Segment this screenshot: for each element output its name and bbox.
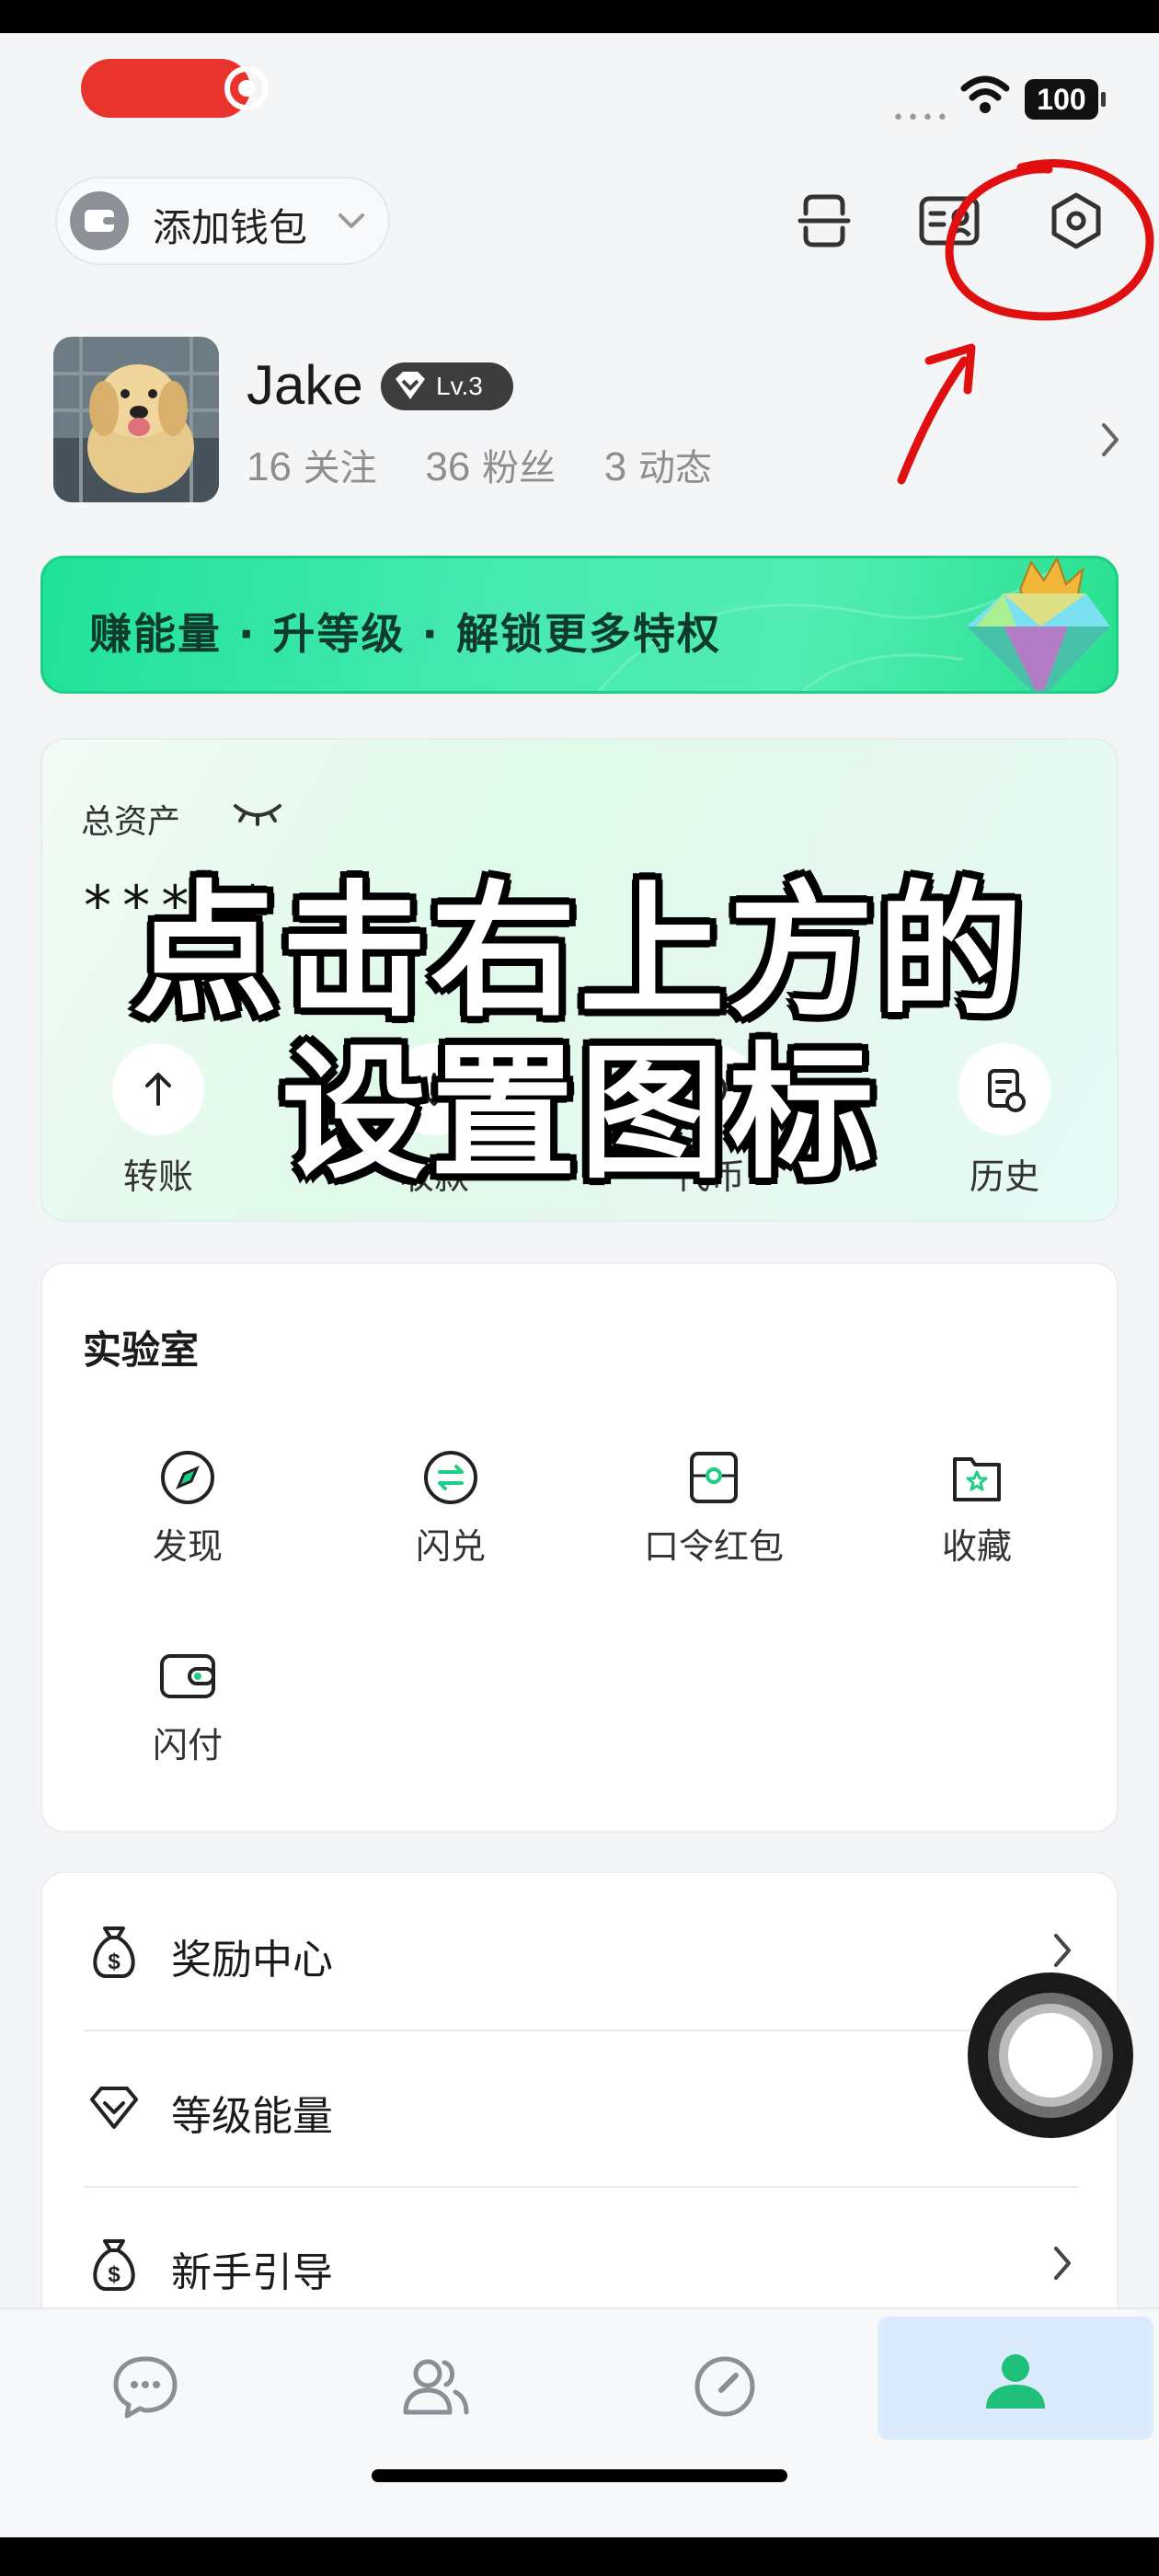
menu-card: $ 奖励中心 等级能量 $ 新手引导 — [40, 1871, 1119, 2368]
money-bag-icon: $ — [93, 1926, 135, 1978]
tab-discover[interactable] — [580, 2317, 869, 2455]
scan-icon[interactable] — [787, 184, 861, 258]
profile-chevron-right-icon[interactable] — [1096, 418, 1124, 462]
banner-text: 赚能量 · 升等级 · 解锁更多特权 — [89, 609, 722, 659]
menu-item-label: 奖励中心 — [171, 1937, 333, 1984]
discover-compass-icon — [694, 2356, 755, 2417]
app-screen: •••• 100 添加钱包 Jake Lv.3 16 关注 36 粉丝 3 动态… — [0, 33, 1159, 2537]
battery-indicator: 100 — [1025, 79, 1106, 120]
total-assets-label: 总资产 — [81, 803, 181, 841]
compass-icon — [161, 1451, 214, 1504]
wifi-icon — [960, 75, 1010, 113]
lab-item-label: 口令红包 — [643, 1526, 784, 1567]
assistive-touch-button[interactable] — [968, 1972, 1133, 2138]
lab-card: 实验室 发现 闪兑 口令红包 收藏 闪付 — [40, 1262, 1119, 1833]
record-icon — [224, 66, 269, 110]
cellular-signal-icon: •••• — [892, 107, 951, 130]
tab-profile[interactable] — [878, 2317, 1153, 2440]
profile-stats: 16 关注 36 粉丝 3 动态 — [247, 438, 712, 491]
diamond-icon — [90, 2087, 138, 2129]
menu-item-label: 等级能量 — [171, 2093, 333, 2140]
add-wallet-label: 添加钱包 — [153, 205, 308, 250]
star-folder-icon — [953, 1457, 1001, 1501]
menu-item-level-energy[interactable]: 等级能量 — [42, 2030, 1120, 2186]
tutorial-caption-line-2: 设置图标 — [281, 1029, 878, 1199]
wallet-avatar-icon — [70, 191, 129, 250]
lab-item-label: 收藏 — [941, 1526, 1012, 1567]
followers-count: 36 — [425, 444, 471, 489]
lab-item-swap[interactable]: 闪兑 — [340, 1448, 561, 1614]
add-wallet-button[interactable]: 添加钱包 — [55, 177, 390, 265]
chat-icon — [113, 2356, 178, 2419]
lab-title: 实验室 — [83, 1328, 200, 1373]
following-count: 16 — [247, 444, 292, 489]
bottom-tab-bar — [0, 2307, 1159, 2537]
lab-item-red-packet[interactable]: 口令红包 — [603, 1448, 824, 1614]
home-indicator[interactable] — [372, 2469, 787, 2482]
menu-item-label: 新手引导 — [171, 2249, 333, 2296]
level-label: Lv.3 — [436, 372, 483, 400]
money-bag-icon: $ — [93, 2239, 135, 2291]
chevron-right-icon — [1054, 1934, 1071, 1967]
lab-item-label: 发现 — [152, 1526, 223, 1567]
svg-text:$: $ — [108, 2262, 120, 2287]
diamond-crown-icon — [967, 558, 1110, 691]
lab-item-favorites[interactable]: 收藏 — [866, 1448, 1087, 1614]
contacts-icon — [403, 2359, 469, 2415]
avatar[interactable] — [53, 337, 219, 502]
tab-chats[interactable] — [0, 2317, 290, 2455]
swap-icon — [424, 1451, 477, 1504]
lab-item-quick-pay[interactable]: 闪付 — [77, 1647, 298, 1812]
menu-item-rewards-center[interactable]: $ 奖励中心 — [42, 1873, 1120, 2030]
followers-label[interactable]: 粉丝 — [482, 447, 556, 489]
eye-closed-icon[interactable] — [232, 799, 283, 826]
posts-count: 3 — [603, 444, 627, 489]
profile-name: Jake — [247, 354, 363, 416]
screen-recording-indicator[interactable] — [81, 59, 269, 118]
lab-item-label: 闪兑 — [415, 1526, 486, 1567]
profile-icon — [986, 2354, 1045, 2409]
level-diamond-icon — [396, 372, 425, 399]
energy-banner[interactable]: 赚能量 · 升等级 · 解锁更多特权 — [40, 556, 1119, 694]
lab-item-discover[interactable]: 发现 — [77, 1448, 298, 1614]
chevron-down-icon — [339, 213, 364, 228]
wallet-icon — [160, 1654, 215, 1698]
following-label[interactable]: 关注 — [304, 447, 377, 489]
chevron-right-icon — [1054, 2247, 1071, 2280]
posts-label[interactable]: 动态 — [638, 447, 712, 489]
tab-contacts[interactable] — [290, 2317, 580, 2455]
tutorial-caption-line-1: 点击右上方的 — [132, 868, 1027, 1037]
svg-text:$: $ — [108, 1949, 120, 1974]
red-packet-icon — [690, 1452, 738, 1503]
level-badge[interactable]: Lv.3 — [381, 362, 513, 410]
lab-item-label: 闪付 — [152, 1725, 223, 1765]
